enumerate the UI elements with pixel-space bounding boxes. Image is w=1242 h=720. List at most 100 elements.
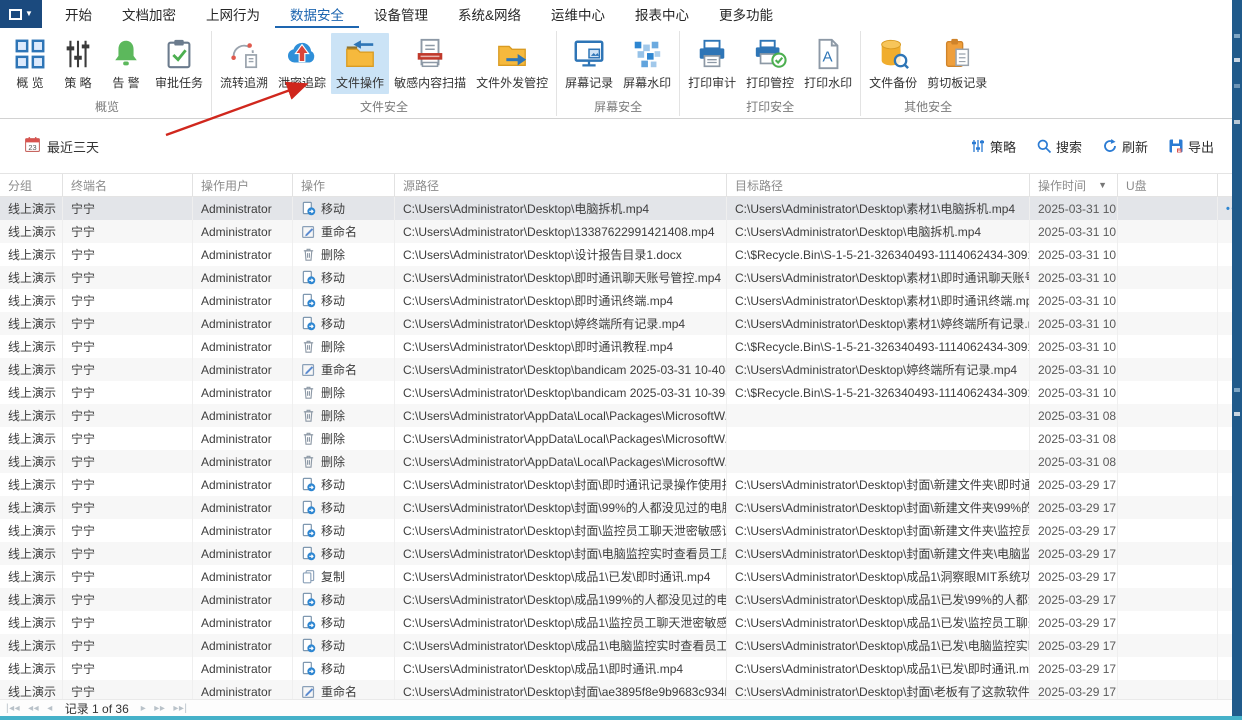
menu-tab-报表中心[interactable]: 报表中心 (620, 0, 704, 28)
pagination-next-page-icon[interactable]: ▸▸ (154, 703, 165, 714)
app-menu-button[interactable]: ▼ (0, 0, 42, 28)
table-row[interactable]: 线上演示宁宁Administrator移动C:\Users\Administra… (0, 496, 1242, 519)
ribbon-button-泄密追踪[interactable]: 泄密追踪 (273, 33, 331, 94)
column-header-分组[interactable]: 分组 (0, 174, 63, 196)
ribbon-button-审批任务[interactable]: 审批任务 (150, 33, 208, 94)
pagination-next-icon[interactable]: ▸ (141, 703, 147, 714)
ribbon-button-打印管控[interactable]: 打印管控 (741, 33, 799, 94)
column-header-目标路径[interactable]: 目标路径 (727, 174, 1030, 196)
column-header-操作[interactable]: 操作 (293, 174, 395, 196)
menu-tab-文档加密[interactable]: 文档加密 (107, 0, 191, 28)
column-header-终端名[interactable]: 终端名 (63, 174, 193, 196)
toolbar-action-策略[interactable]: 策略 (970, 137, 1016, 156)
table-row[interactable]: 线上演示宁宁Administrator移动C:\Users\Administra… (0, 197, 1242, 220)
ribbon-button-敏感内容扫描[interactable]: 敏感内容扫描 (389, 33, 471, 94)
table-row[interactable]: 线上演示宁宁Administrator删除C:\Users\Administra… (0, 450, 1242, 473)
cell-operation-time: 2025-03-31 10:44:43 (1030, 220, 1118, 243)
ribbon-button-屏幕记录[interactable]: 屏幕记录 (560, 33, 618, 94)
table-row[interactable]: 线上演示宁宁Administrator复制C:\Users\Administra… (0, 565, 1242, 588)
ribbon-button-告警[interactable]: 告 警 (102, 33, 150, 94)
cell-terminal: 宁宁 (63, 542, 193, 565)
sliders-icon (970, 138, 986, 154)
table-row[interactable]: 线上演示宁宁Administrator重命名C:\Users\Administr… (0, 220, 1242, 243)
menu-tab-运维中心[interactable]: 运维中心 (536, 0, 620, 28)
column-header-U盘[interactable]: U盘 (1118, 174, 1218, 196)
leak-trace-icon (285, 37, 319, 71)
menu-tab-更多功能[interactable]: 更多功能 (704, 0, 788, 28)
table-row[interactable]: 线上演示宁宁Administrator重命名C:\Users\Administr… (0, 358, 1242, 381)
column-header-源路径[interactable]: 源路径 (395, 174, 727, 196)
cell-group: 线上演示 (0, 266, 63, 289)
ribbon-button-文件操作[interactable]: 文件操作 (331, 33, 389, 94)
file-backup-icon (876, 37, 910, 71)
table-row[interactable]: 线上演示宁宁Administrator删除C:\Users\Administra… (0, 335, 1242, 358)
ribbon-button-流转追溯[interactable]: 流转追溯 (215, 33, 273, 94)
operation-label: 移动 (321, 591, 345, 608)
ribbon-button-策略[interactable]: 策 略 (54, 33, 102, 94)
time-filter-caret-icon[interactable]: ▼ (1098, 180, 1109, 190)
pagination-last-icon[interactable]: ▸▸| (173, 703, 187, 714)
table-row[interactable]: 线上演示宁宁Administrator删除C:\Users\Administra… (0, 404, 1242, 427)
table-row[interactable]: 线上演示宁宁Administrator删除C:\Users\Administra… (0, 381, 1242, 404)
ribbon-button-概览[interactable]: 概 览 (6, 33, 54, 94)
cell-user: Administrator (193, 542, 293, 565)
ribbon-group-label: 打印安全 (683, 99, 857, 118)
operation-label: 移动 (321, 637, 345, 654)
calendar-icon: 23 (24, 136, 41, 156)
cell-terminal: 宁宁 (63, 496, 193, 519)
operation-label: 重命名 (321, 361, 357, 378)
cell-operation-time: 2025-03-31 08:33:22 (1030, 450, 1118, 473)
table-row[interactable]: 线上演示宁宁Administrator移动C:\Users\Administra… (0, 266, 1242, 289)
record-count-label: 记录 1 of 36 (65, 700, 129, 717)
menu-tab-上网行为[interactable]: 上网行为 (191, 0, 275, 28)
menu-tab-开始[interactable]: 开始 (50, 0, 107, 28)
table-row[interactable]: 线上演示宁宁Administrator移动C:\Users\Administra… (0, 519, 1242, 542)
table-row[interactable]: 线上演示宁宁Administrator移动C:\Users\Administra… (0, 312, 1242, 335)
pagination-prev-icon[interactable]: ◂ (47, 703, 53, 714)
column-header-label: 操作用户 (201, 177, 249, 194)
cell-usb (1118, 565, 1218, 588)
ribbon-button-剪切板记录[interactable]: 剪切板记录 (922, 33, 992, 94)
table-row[interactable]: 线上演示宁宁Administrator移动C:\Users\Administra… (0, 473, 1242, 496)
cell-operation: 删除 (293, 381, 395, 404)
menu-tab-系统&网络[interactable]: 系统&网络 (443, 0, 536, 28)
date-filter-button[interactable]: 23 最近三天 (24, 136, 99, 156)
ribbon-button-label: 策 略 (64, 74, 91, 91)
ribbon-button-打印水印[interactable]: A打印水印 (799, 33, 857, 94)
table-row[interactable]: 线上演示宁宁Administrator移动C:\Users\Administra… (0, 657, 1242, 680)
cell-target-path (727, 450, 1030, 473)
ribbon-button-label: 文件操作 (336, 74, 384, 91)
column-header-操作时间[interactable]: 操作时间▼ (1030, 174, 1118, 196)
cell-usb (1118, 496, 1218, 519)
menu-tab-设备管理[interactable]: 设备管理 (359, 0, 443, 28)
cell-source-path: C:\Users\Administrator\Desktop\封面\电脑监控实时… (395, 542, 727, 565)
cell-usb (1118, 381, 1218, 404)
pagination-prev-page-icon[interactable]: ◂◂ (28, 703, 39, 714)
ribbon-button-文件备份[interactable]: 文件备份 (864, 33, 922, 94)
toolbar-action-导出[interactable]: 导出 (1168, 137, 1214, 156)
cell-source-path: C:\Users\Administrator\Desktop\成品1\99%的人… (395, 588, 727, 611)
column-header-label: 终端名 (71, 177, 107, 194)
ribbon-button-文件外发管控[interactable]: 文件外发管控 (471, 33, 553, 94)
table-row[interactable]: 线上演示宁宁Administrator删除C:\Users\Administra… (0, 243, 1242, 266)
cell-target-path: C:\Users\Administrator\Desktop\电脑拆机.mp4 (727, 220, 1030, 243)
table-row[interactable]: 线上演示宁宁Administrator移动C:\Users\Administra… (0, 634, 1242, 657)
cell-group: 线上演示 (0, 243, 63, 266)
table-row[interactable]: 线上演示宁宁Administrator移动C:\Users\Administra… (0, 588, 1242, 611)
column-header-操作用户[interactable]: 操作用户 (193, 174, 293, 196)
ribbon-button-label: 泄密追踪 (278, 74, 326, 91)
menu-tab-数据安全[interactable]: 数据安全 (275, 0, 359, 28)
table-row[interactable]: 线上演示宁宁Administrator移动C:\Users\Administra… (0, 542, 1242, 565)
menu-tab-bar: ▼ 开始文档加密上网行为数据安全设备管理系统&网络运维中心报表中心更多功能 (0, 0, 1242, 28)
cell-terminal: 宁宁 (63, 243, 193, 266)
cell-target-path: C:\Users\Administrator\Desktop\成品1\已发\即时… (727, 657, 1030, 680)
toolbar-action-搜索[interactable]: 搜索 (1036, 137, 1082, 156)
table-row[interactable]: 线上演示宁宁Administrator删除C:\Users\Administra… (0, 427, 1242, 450)
pagination-first-icon[interactable]: |◂◂ (6, 703, 20, 714)
ribbon-button-屏幕水印[interactable]: 屏幕水印 (618, 33, 676, 94)
ribbon-button-打印审计[interactable]: 打印审计 (683, 33, 741, 94)
table-row[interactable]: 线上演示宁宁Administrator移动C:\Users\Administra… (0, 289, 1242, 312)
table-row[interactable]: 线上演示宁宁Administrator移动C:\Users\Administra… (0, 611, 1242, 634)
flow-trace-icon (227, 37, 261, 71)
toolbar-action-刷新[interactable]: 刷新 (1102, 137, 1148, 156)
